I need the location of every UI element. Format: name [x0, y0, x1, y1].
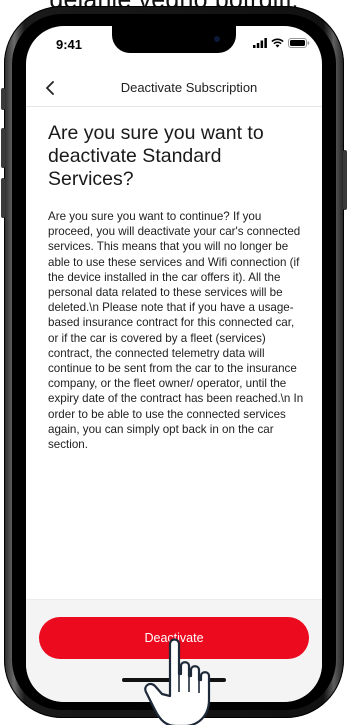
side-button-volume-down: [1, 178, 5, 218]
status-time: 9:41: [56, 37, 83, 52]
confirmation-heading: Are you sure you want to deactivate Stan…: [48, 122, 264, 190]
stage: dejanje vedno potrditi. 9:41: [0, 0, 348, 725]
front-camera: [214, 36, 220, 42]
signal-icon: [253, 38, 267, 48]
notch: [112, 26, 236, 53]
hand-pointer-icon: [144, 638, 211, 725]
side-button-power: [343, 150, 347, 210]
confirmation-body-text: Are you sure you want to continue? If yo…: [48, 210, 304, 452]
page-title: Deactivate Subscription: [120, 80, 258, 95]
back-button[interactable]: [38, 76, 62, 100]
navigation-bar: Deactivate Subscription: [26, 70, 322, 107]
chevron-left-icon: [46, 81, 54, 95]
status-icons: [253, 38, 310, 48]
phone-screen: 9:41 Deactivate Subscription Are you sur…: [26, 26, 322, 702]
side-button-silent: [1, 88, 5, 110]
wifi-icon: [271, 38, 284, 48]
side-button-volume-up: [1, 128, 5, 168]
battery-icon: [288, 38, 310, 48]
